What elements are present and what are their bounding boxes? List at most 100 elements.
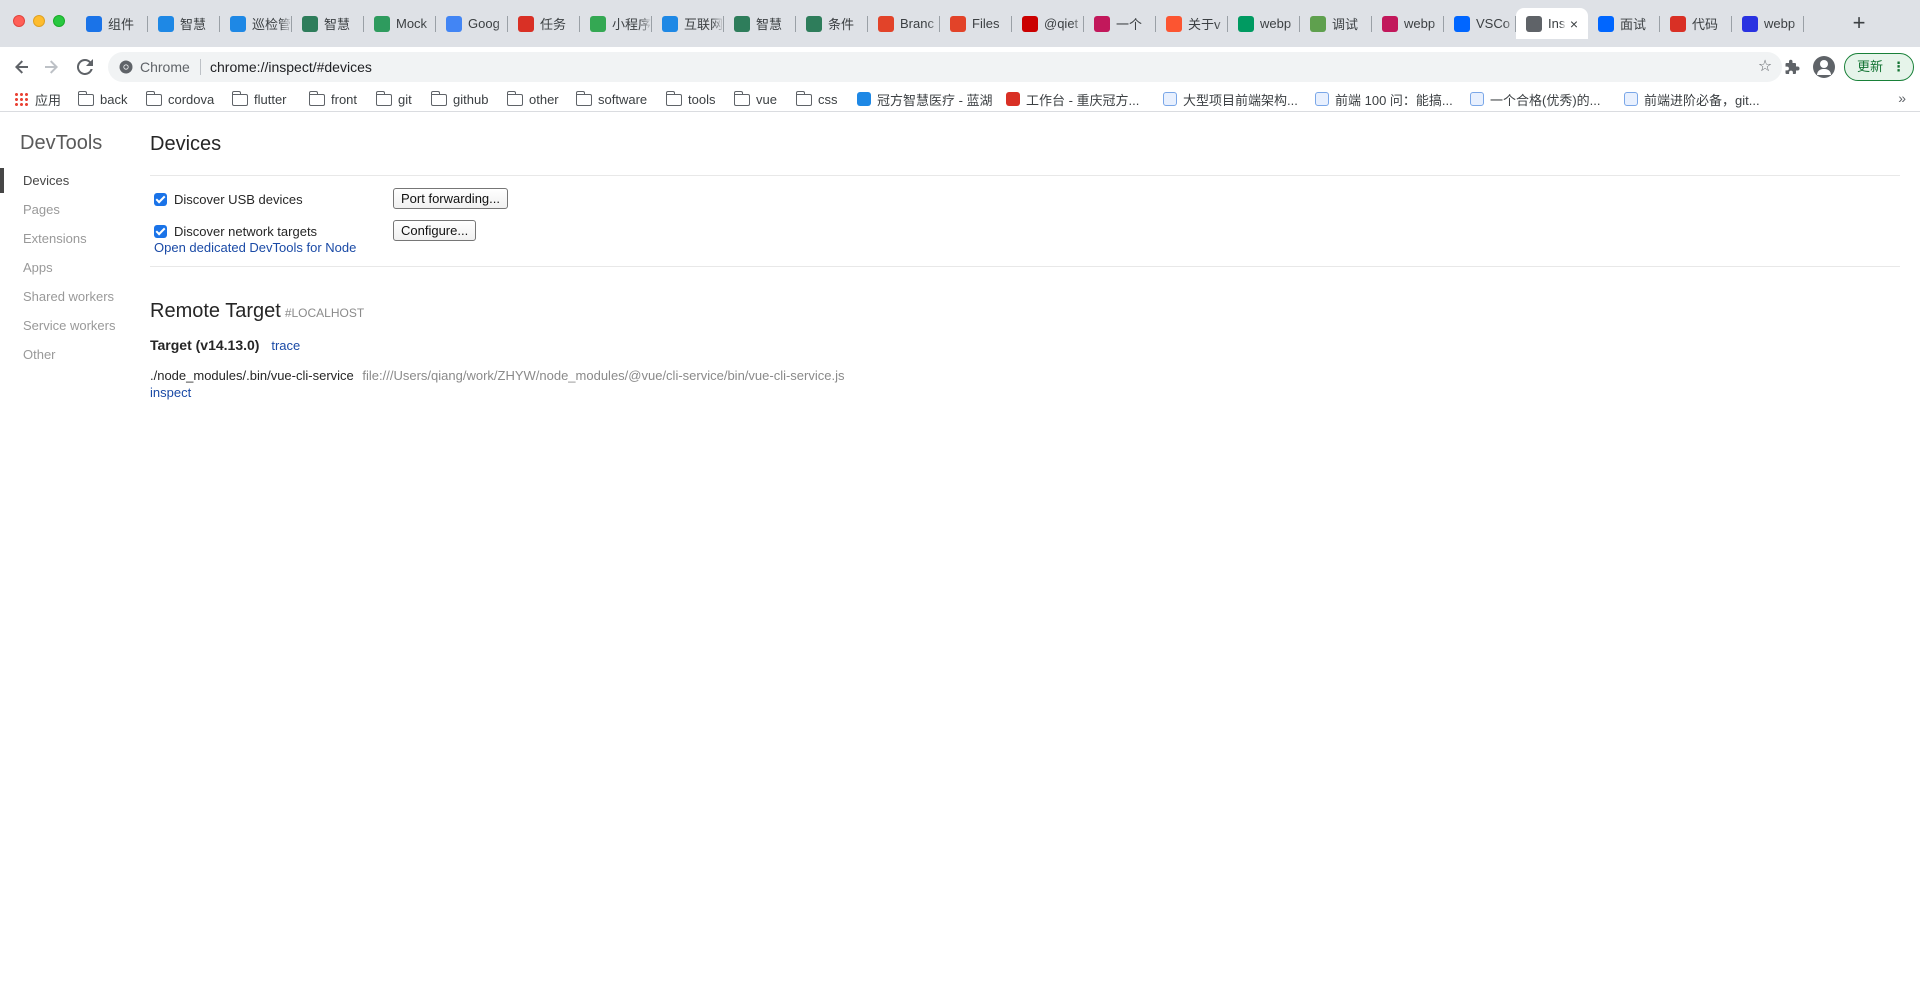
bookmark-item[interactable]: css [795,89,838,109]
omnibox-separator [200,59,201,75]
vue-icon [302,15,318,32]
tab[interactable]: 互联网 [652,8,724,39]
new-tab-button[interactable]: + [1846,10,1872,36]
bookmark-item[interactable]: tools [665,89,716,109]
discover-network-row[interactable]: Discover network targets [154,220,317,242]
bookmark-item[interactable]: git [375,89,412,109]
back-button[interactable] [9,55,35,79]
process-url: file:///Users/qiang/work/ZHYW/node_modul… [362,368,845,383]
port-forwarding-button[interactable]: Port forwarding... [393,188,508,209]
inspect-page: DevTools Devices Pages Extensions Apps Share… [0,112,1920,989]
leaf-icon [590,15,606,32]
blue-circle-icon [86,15,102,32]
bookmark-star-icon[interactable]: ☆ [1756,58,1774,76]
sidebar-item-service-workers[interactable]: Service workers [0,311,130,340]
folder-icon [145,91,162,106]
bookmark-item[interactable]: 前端 100 问：能搞... [1315,89,1453,109]
tab-title: webp [1260,16,1292,31]
sidebar-item-other[interactable]: Other [0,340,130,369]
bookmark-item[interactable]: 应用 [14,89,61,109]
process-name: ./node_modules/.bin/vue-cli-service [150,368,354,383]
tab[interactable]: 智慧 [292,8,364,39]
more-vert-icon: ⋮ [1892,59,1905,74]
tab-active[interactable]: Ins × [1516,8,1588,39]
tab-title: 条件 [828,17,855,32]
tab[interactable]: Goog [436,8,508,39]
sidebar-item-extensions[interactable]: Extensions [0,224,130,253]
update-chrome-button[interactable]: 更新 ⋮ [1844,53,1914,81]
bookmark-item[interactable]: cordova [145,89,214,109]
discover-usb-row[interactable]: Discover USB devices [154,188,303,210]
tab-title: Branc [900,16,934,31]
url-text[interactable]: chrome://inspect/#devices [210,52,372,82]
tab[interactable]: 智慧 [724,8,796,39]
yuque-icon [1470,92,1484,106]
tab[interactable]: 巡检管 [220,8,292,39]
apps-icon [14,91,29,107]
tab[interactable]: webp [1732,8,1804,39]
tab[interactable]: 关于v [1156,8,1228,39]
sidebar-item-apps[interactable]: Apps [0,253,130,282]
sidebar-item-pages[interactable]: Pages [0,195,130,224]
tab[interactable]: 任务 [508,8,580,39]
yuque-icon [1163,92,1177,106]
tab-title: 关于v [1188,17,1221,32]
yuque-icon [1624,92,1638,106]
tab[interactable]: VSCo [1444,8,1516,39]
configure-button[interactable]: Configure... [393,220,477,241]
close-window-button[interactable] [13,15,25,27]
bookmark-item[interactable]: 前端进阶必备，git... [1624,89,1760,109]
address-bar[interactable]: Chrome chrome://inspect/#devices ☆ [108,52,1782,82]
tab[interactable]: Branc [868,8,940,39]
tab[interactable]: 智慧 [148,8,220,39]
iteye-icon [518,15,534,32]
extensions-puzzle-icon[interactable] [1782,57,1802,77]
open-node-devtools-link[interactable]: Open dedicated DevTools for Node [154,240,356,255]
close-tab-icon[interactable]: × [1566,16,1582,32]
bookmark-item[interactable]: vue [733,89,777,109]
trace-link[interactable]: trace [271,338,300,353]
tab[interactable]: 条件 [796,8,868,39]
sidebar-item-shared-workers[interactable]: Shared workers [0,282,130,311]
tab-strip: 组件 智慧 巡检管 智慧 Mock Goog 任务 小程序 互联网 智慧 条件 Branc Files @… [0,0,1920,47]
reload-button[interactable] [72,55,98,79]
bookmark-item[interactable]: front [308,89,357,109]
bookmark-item[interactable]: 工作台 - 重庆冠方... [1006,89,1139,109]
tab[interactable]: 小程序 [580,8,652,39]
bookmark-item[interactable]: software [575,89,647,109]
discover-network-checkbox[interactable] [154,224,167,238]
iteye-icon [1006,92,1020,106]
tab[interactable]: webp [1228,8,1300,39]
tab[interactable]: Files [940,8,1012,39]
tab[interactable]: @qiet [1012,8,1084,39]
bookmark-item[interactable]: 大型项目前端架构... [1163,89,1298,109]
bookmark-label: 前端 100 问：能搞... [1335,92,1453,108]
bookmarks-overflow-icon[interactable]: » [1898,90,1906,106]
bookmark-item[interactable]: github [430,89,488,109]
sidebar-item-devices[interactable]: Devices [0,166,130,195]
bookmark-item[interactable]: flutter [231,89,287,109]
tab[interactable]: 面试 [1588,8,1660,39]
bookmark-item[interactable]: back [77,89,127,109]
bookmark-item[interactable]: 冠方智慧医疗 - 蓝湖 [857,89,993,109]
tab[interactable]: Mock [364,8,436,39]
devices-heading: Devices [150,133,222,155]
tab[interactable]: 代码 [1660,8,1732,39]
inspect-link[interactable]: inspect [150,385,191,400]
bookmark-item[interactable]: other [506,89,559,109]
bookmark-label: flutter [254,91,287,107]
tab-title: 互联网 [684,17,724,32]
zoom-window-button[interactable] [53,15,65,27]
tab[interactable]: webp [1372,8,1444,39]
tab[interactable]: 调试 [1300,8,1372,39]
forward-button[interactable] [38,55,64,79]
bookmark-label: other [529,91,559,107]
bookmark-item[interactable]: 一个合格(优秀)的... [1470,89,1601,109]
globe-icon [1526,15,1542,32]
bookmark-label: tools [688,91,716,107]
profile-avatar-icon[interactable] [1813,56,1835,78]
minimize-window-button[interactable] [33,15,45,27]
tab[interactable]: 一个 [1084,8,1156,39]
discover-usb-checkbox[interactable] [154,192,167,206]
tab[interactable]: 组件 [76,8,148,39]
